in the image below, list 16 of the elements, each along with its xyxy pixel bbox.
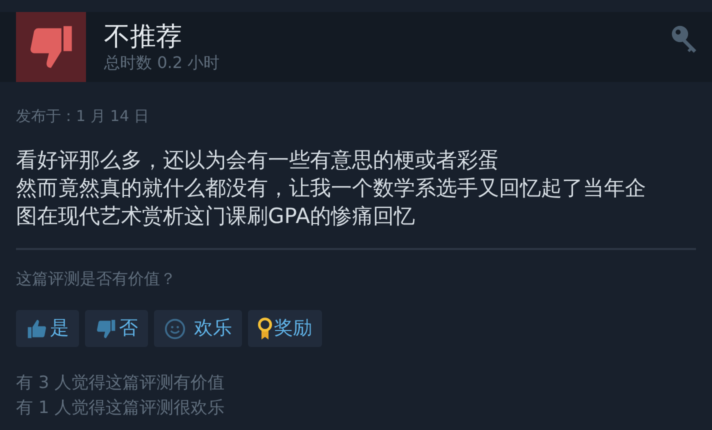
vote-button[interactable]: 否 <box>85 310 148 347</box>
smiley-icon <box>164 318 186 340</box>
vote-count: 有 1 人觉得这篇评测很欢乐 <box>16 397 225 420</box>
verdict-title: 不推荐 <box>104 21 183 53</box>
thumbs-up-icon <box>26 318 48 340</box>
vote-button[interactable]: 欢乐 <box>154 310 242 347</box>
vote-button[interactable]: 奖励 <box>248 310 322 347</box>
helpful-question: 这篇评测是否有价值？ <box>16 268 176 290</box>
review-paragraph: 看好评那么多，还以为会有一些有意思的梗或者彩蛋 <box>16 147 500 174</box>
post-date: 发布于：1 月 14 日 <box>16 106 149 126</box>
vote-button[interactable]: 是 <box>16 310 79 347</box>
medal-icon <box>258 316 272 340</box>
vote-count: 有 3 人觉得这篇评测有价值 <box>16 372 225 395</box>
thumbs-down-icon <box>95 318 117 340</box>
review-paragraph: 然而竟然真的就什么都没有，让我一个数学系选手又回忆起了当年企图在现代艺术赏析这门课刷GPA的惨痛回忆 <box>16 175 647 230</box>
playtime: 总时数 0.2 小时 <box>104 53 221 73</box>
